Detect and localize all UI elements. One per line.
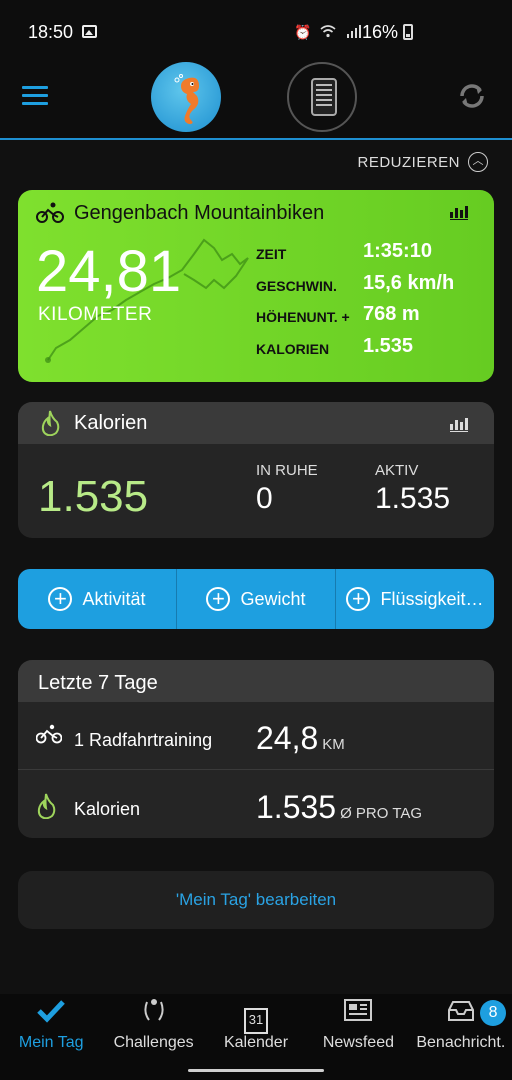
row-value-number: 1.535 (256, 789, 337, 825)
notification-badge: 8 (480, 1000, 507, 1026)
avatar[interactable] (151, 62, 221, 132)
flame-icon (40, 410, 60, 442)
row-value: 1.535 Ø PRO TAG (256, 789, 422, 826)
stat-row: HÖHENUNT. + 768 m (256, 303, 486, 335)
seahorse-icon (171, 74, 207, 132)
calories-title: Kalorien (74, 412, 148, 434)
rest-label: IN RUHE (256, 462, 318, 479)
add-weight-label: Gewicht (240, 588, 306, 609)
wifi-icon (320, 24, 336, 40)
chart-icon[interactable] (450, 204, 468, 220)
status-time: 18:50 (28, 22, 74, 42)
row-label: Kalorien (74, 799, 141, 819)
edit-my-day-button[interactable]: 'Mein Tag' bearbeiten (18, 871, 494, 929)
nav-item-mein-tag[interactable]: Mein Tag (0, 994, 102, 1064)
checkmark-icon (0, 994, 102, 1030)
activity-title: Gengenbach Mountainbiken (74, 202, 325, 224)
device-button[interactable] (287, 62, 357, 132)
home-indicator (0, 1064, 512, 1080)
stat-key: GESCHWIN. (256, 277, 337, 294)
gallery-icon (82, 25, 97, 38)
list-item[interactable]: Kalorien 1.535 Ø PRO TAG (18, 771, 494, 838)
stat-value: 15,6 km/h (363, 271, 455, 294)
plus-circle-icon: + (206, 587, 231, 611)
row-unit: Ø PRO TAG (340, 805, 423, 822)
cyclist-icon (36, 202, 64, 230)
signal-icon (346, 24, 362, 40)
nav-item-kalender[interactable]: 31 Kalender (205, 994, 307, 1064)
nav-label: Benachricht. (416, 1034, 506, 1051)
activity-distance-unit: KILOMETER (38, 304, 153, 325)
battery-icon (403, 24, 413, 40)
row-value: 24,8 KM (256, 720, 345, 757)
nav-item-benachrichtigungen[interactable]: Benachricht. 8 (410, 994, 512, 1064)
status-icons: ⏰ (294, 22, 362, 42)
nav-label: Challenges (113, 1034, 194, 1051)
nav-label: Kalender (223, 1034, 289, 1051)
rest-value: 0 (256, 482, 273, 515)
quick-add-bar: + Aktivität + Gewicht + Flüssigkeit… (18, 569, 494, 629)
calendar-day: 31 (244, 1008, 269, 1034)
activity-card[interactable]: Gengenbach Mountainbiken 24,81 KILOMETER… (18, 190, 494, 382)
newspaper-icon (307, 994, 409, 1030)
stat-value: 1:35:10 (363, 240, 432, 262)
status-bar: 18:50 ⏰ 16% (0, 0, 512, 62)
plus-circle-icon: + (346, 587, 371, 611)
hamburger-menu-icon[interactable] (22, 86, 48, 108)
nav-item-challenges[interactable]: Challenges (102, 994, 204, 1064)
plus-circle-icon: + (48, 587, 73, 611)
nav-label: Newsfeed (322, 1034, 394, 1051)
nav-label: Mein Tag (18, 1034, 84, 1051)
calories-total: 1.535 (38, 472, 149, 521)
last-7-days-header: Letzte 7 Tage (18, 660, 494, 702)
app-header (0, 62, 512, 140)
reduce-toggle[interactable]: REDUZIEREN ︿ (357, 152, 488, 172)
stat-row: GESCHWIN. 15,6 km/h (256, 272, 486, 304)
last-7-days-title: Letzte 7 Tage (38, 672, 158, 694)
flame-icon (36, 793, 56, 825)
last-7-days-card[interactable]: Letzte 7 Tage 1 Radfahrtraining 24,8 KM K… (18, 660, 494, 838)
bike-computer-icon (311, 78, 337, 116)
stat-key: HÖHENUNT. + (256, 309, 350, 325)
reduce-label: REDUZIEREN (357, 153, 460, 171)
battery-percent: 16% (361, 22, 398, 42)
calendar-icon: 31 (205, 994, 307, 1034)
alarm-icon: ⏰ (294, 24, 312, 40)
add-activity-label: Aktivität (82, 588, 146, 609)
stat-value: 768 m (363, 303, 420, 325)
bottom-nav: Mein Tag Challenges 31 Kalender Newsfeed… (0, 994, 512, 1064)
calories-header: Kalorien (18, 402, 494, 444)
stat-key: KALORIEN (256, 340, 330, 357)
chart-icon[interactable] (450, 416, 468, 432)
stat-value: 1.535 (363, 334, 414, 357)
sync-icon[interactable] (454, 78, 490, 114)
row-unit: KM (322, 736, 345, 753)
list-item[interactable]: 1 Radfahrtraining 24,8 KM (18, 702, 494, 770)
row-value-number: 24,8 (256, 720, 319, 756)
row-label: 1 Radfahrtraining (74, 730, 213, 750)
add-activity-button[interactable]: + Aktivität (18, 569, 177, 629)
active-label: AKTIV (375, 462, 419, 479)
chevron-up-icon: ︿ (468, 152, 488, 172)
add-weight-button[interactable]: + Gewicht (177, 569, 336, 629)
activity-distance: 24,81 (36, 239, 182, 304)
add-fluid-button[interactable]: + Flüssigkeit… (336, 569, 494, 629)
nav-item-newsfeed[interactable]: Newsfeed (307, 994, 409, 1064)
laurel-icon (102, 994, 204, 1030)
stat-row: ZEIT 1:35:10 (256, 240, 486, 272)
active-value: 1.535 (375, 482, 451, 515)
activity-stats: ZEIT 1:35:10 GESCHWIN. 15,6 km/h HÖHENUN… (256, 240, 486, 366)
calories-card[interactable]: Kalorien 1.535 IN RUHE 0 AKTIV 1.535 (18, 402, 494, 538)
stat-key: ZEIT (256, 246, 287, 262)
add-fluid-label: Flüssigkeit… (380, 588, 484, 609)
bike-icon (35, 724, 63, 750)
stat-row: KALORIEN 1.535 (256, 335, 486, 367)
